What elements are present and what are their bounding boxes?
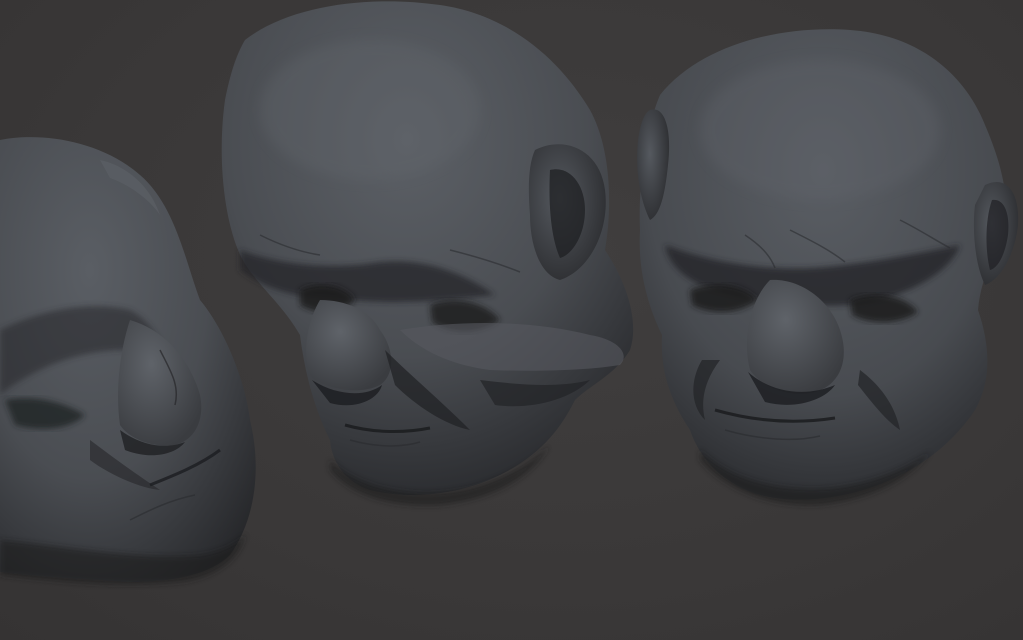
sculpt-render	[0, 1, 1019, 585]
right-front-head	[637, 29, 1019, 506]
center-three-quarter-head	[221, 1, 634, 506]
left-profile-head	[0, 137, 256, 585]
sculpt-viewport[interactable]	[0, 0, 1023, 640]
